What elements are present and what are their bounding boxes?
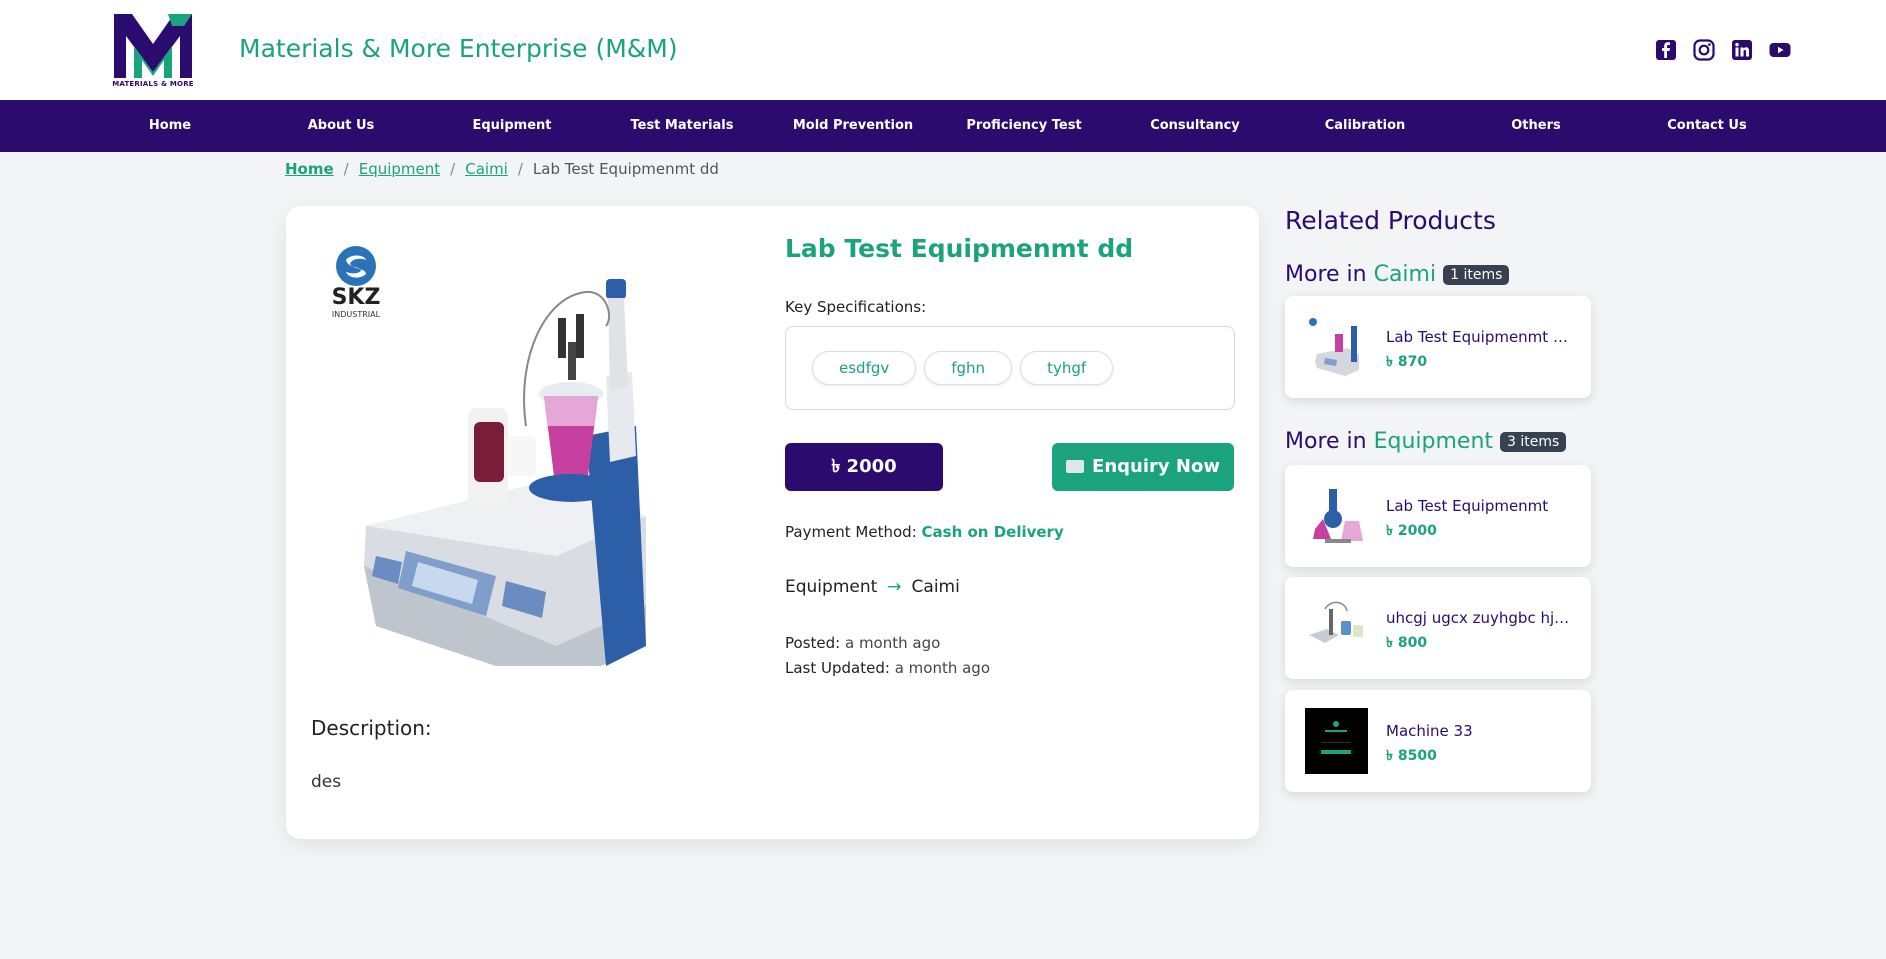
breadcrumb-separator: /	[517, 160, 523, 178]
product-thumbnail	[1305, 595, 1368, 661]
spec-label: Key Specifications:	[785, 298, 927, 316]
payment-method: Payment Method: Cash on Delivery	[785, 523, 1064, 541]
related-product-card[interactable]: Machine 33 ৳ 8500	[1285, 690, 1591, 792]
breadcrumb-separator: /	[450, 160, 456, 178]
related-products-title: Related Products	[1285, 206, 1496, 235]
category-name[interactable]: Equipment	[785, 577, 877, 597]
subcategory-name[interactable]: Caimi	[912, 577, 960, 597]
related-product-price: ৳ 2000	[1386, 523, 1437, 539]
description-text: des	[311, 772, 342, 792]
breadcrumb: Home / Equipment / Caimi / Lab Test Equi…	[285, 160, 719, 178]
image-brand-sub-text: INDUSTRIAL	[332, 310, 381, 319]
nav-item-test-materials[interactable]: Test Materials	[597, 100, 767, 152]
post-dates: Posted: a month ago Last Updated: a mont…	[785, 631, 990, 681]
nav-item-calibration[interactable]: Calibration	[1280, 100, 1450, 152]
breadcrumb-home[interactable]: Home	[285, 160, 334, 178]
description-heading: Description:	[311, 716, 432, 740]
nav-item-equipment[interactable]: Equipment	[427, 100, 597, 152]
updated-label: Last Updated:	[785, 659, 890, 677]
product-thumbnail	[1305, 708, 1368, 774]
nav-item-contact-us[interactable]: Contact Us	[1622, 100, 1792, 152]
nav-item-mold-prevention[interactable]: Mold Prevention	[768, 100, 938, 152]
nav-item-others[interactable]: Others	[1451, 100, 1621, 152]
linkedin-icon[interactable]	[1730, 38, 1754, 62]
posted-value: a month ago	[844, 634, 941, 652]
price-button[interactable]: ৳ 2000	[785, 443, 943, 491]
brand-name[interactable]: Materials & More Enterprise (M&M)	[239, 34, 678, 63]
payment-value: Cash on Delivery	[921, 523, 1064, 541]
nav-item-proficiency-test[interactable]: Proficiency Test	[939, 100, 1109, 152]
more-in-caimi-heading: More in Caimi 1 items	[1285, 262, 1510, 287]
related-product-price: ৳ 870	[1386, 354, 1428, 370]
more-in-prefix: More in	[1285, 429, 1367, 454]
site-logo[interactable]: MATERIALS & MORE	[110, 10, 196, 92]
more-in-equipment-heading: More in Equipment 3 items	[1285, 429, 1567, 454]
image-brand-text: SKZ	[332, 285, 381, 310]
envelope-icon	[1066, 460, 1085, 473]
related-product-card[interactable]: Lab Test Equipmenmt Ma... ৳ 870	[1285, 296, 1591, 398]
spec-chip: esdfgv	[812, 351, 917, 385]
social-links	[1654, 38, 1792, 62]
enquiry-label: Enquiry Now	[1092, 456, 1220, 477]
spec-chip: fghn	[924, 351, 1013, 385]
youtube-icon[interactable]	[1768, 38, 1792, 62]
site-header: MATERIALS & MORE Materials & More Enterp…	[0, 0, 1886, 100]
nav-item-about-us[interactable]: About Us	[256, 100, 426, 152]
product-thumbnail	[1305, 314, 1368, 380]
updated-value: a month ago	[894, 659, 991, 677]
more-in-category[interactable]: Caimi	[1374, 262, 1437, 287]
related-product-name: Lab Test Equipmenmt Ma...	[1386, 328, 1576, 346]
related-product-name: uhcgj ugcx zuyhgbc hjbn...	[1386, 609, 1576, 627]
breadcrumb-equipment[interactable]: Equipment	[359, 160, 440, 178]
nav-item-home[interactable]: Home	[85, 100, 255, 152]
breadcrumb-separator: /	[343, 160, 349, 178]
related-product-card[interactable]: uhcgj ugcx zuyhgbc hjbn... ৳ 800	[1285, 577, 1591, 679]
related-product-price: ৳ 8500	[1386, 748, 1437, 764]
arrow-right-icon: →	[887, 577, 902, 597]
more-in-category[interactable]: Equipment	[1374, 429, 1493, 454]
related-product-name: Lab Test Equipmenmt	[1386, 497, 1549, 515]
payment-label: Payment Method:	[785, 523, 917, 541]
main-nav: Home About Us Equipment Test Materials M…	[0, 100, 1886, 152]
related-product-price: ৳ 800	[1386, 635, 1428, 651]
spec-list: esdfgv fghn tyhgf	[785, 326, 1235, 410]
breadcrumb-current: Lab Test Equipmenmt dd	[532, 160, 719, 178]
product-thumbnail	[1305, 483, 1368, 549]
product-title: Lab Test Equipmenmt dd	[785, 234, 1134, 263]
related-product-name: Machine 33	[1386, 722, 1473, 740]
item-count-badge: 3 items	[1500, 431, 1567, 452]
product-card: SKZ INDUSTRIAL Lab Test Equipmenmt dd Ke…	[286, 206, 1259, 839]
breadcrumb-caimi[interactable]: Caimi	[465, 160, 508, 178]
item-count-badge: 1 items	[1443, 264, 1510, 285]
spec-chip: tyhgf	[1020, 351, 1114, 385]
posted-label: Posted:	[785, 634, 841, 652]
enquiry-button[interactable]: Enquiry Now	[1052, 443, 1234, 491]
nav-item-consultancy[interactable]: Consultancy	[1110, 100, 1280, 152]
category-path: Equipment → Caimi	[785, 577, 960, 597]
more-in-prefix: More in	[1285, 262, 1367, 287]
facebook-icon[interactable]	[1654, 38, 1678, 62]
logo-text: MATERIALS & MORE	[112, 80, 194, 88]
instagram-icon[interactable]	[1692, 38, 1716, 62]
product-image[interactable]: SKZ INDUSTRIAL	[306, 226, 746, 666]
related-product-card[interactable]: Lab Test Equipmenmt ৳ 2000	[1285, 465, 1591, 567]
